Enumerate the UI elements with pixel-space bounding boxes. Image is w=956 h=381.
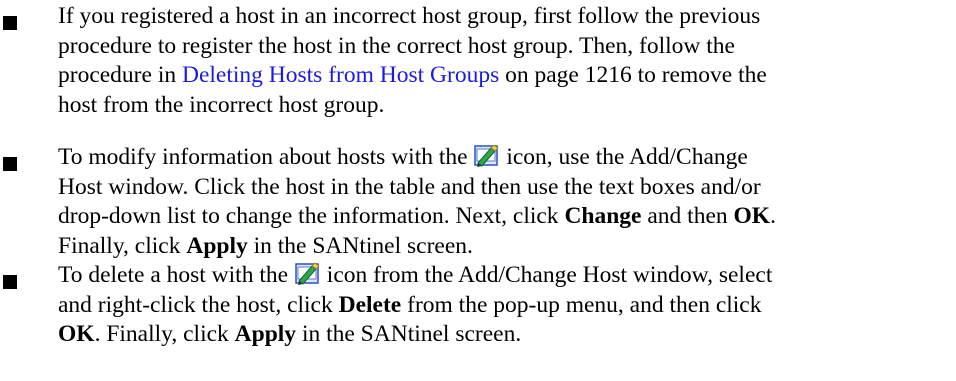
text-line: host from the incorrect host group. bbox=[58, 91, 385, 118]
host-edit-icon bbox=[474, 144, 500, 167]
ok-keyword: OK bbox=[733, 203, 771, 229]
host-edit-icon bbox=[295, 262, 320, 285]
ok-keyword: OK bbox=[58, 321, 95, 347]
text-line: drop-down list to change the information… bbox=[58, 203, 776, 229]
bullet-text: To delete a host with the icon from the … bbox=[58, 261, 948, 350]
bullet-marker bbox=[3, 275, 17, 289]
bullet-text: If you registered a host in an incorrect… bbox=[58, 2, 948, 120]
bullet-list: If you registered a host in an incorrect… bbox=[0, 0, 956, 381]
apply-keyword: Apply bbox=[234, 321, 297, 347]
bullet-marker bbox=[3, 157, 17, 171]
text-line: OK. Finally, click Apply in the SANtinel… bbox=[58, 321, 522, 347]
change-keyword: Change bbox=[564, 203, 642, 229]
text-line: Finally, click Apply in the SANtinel scr… bbox=[58, 232, 473, 259]
deleting-hosts-link[interactable]: Deleting Hosts from Host Groups bbox=[182, 62, 499, 88]
text-line: If you registered a host in an incorrect… bbox=[58, 3, 761, 29]
bullet-text: To modify information about hosts with t… bbox=[58, 143, 948, 261]
text-line: procedure in Deleting Hosts from Host Gr… bbox=[58, 62, 767, 88]
bullet-marker bbox=[3, 16, 17, 30]
text-line: procedure to register the host in the co… bbox=[58, 32, 735, 59]
text-line: To modify information about hosts with t… bbox=[58, 144, 748, 170]
text-line: To delete a host with the icon from the … bbox=[58, 262, 773, 288]
text-line: Host window. Click the host in the table… bbox=[58, 173, 761, 200]
delete-keyword: Delete bbox=[338, 291, 402, 318]
text-line: and right-click the host, click Delete f… bbox=[58, 291, 762, 318]
apply-keyword: Apply bbox=[186, 232, 248, 259]
